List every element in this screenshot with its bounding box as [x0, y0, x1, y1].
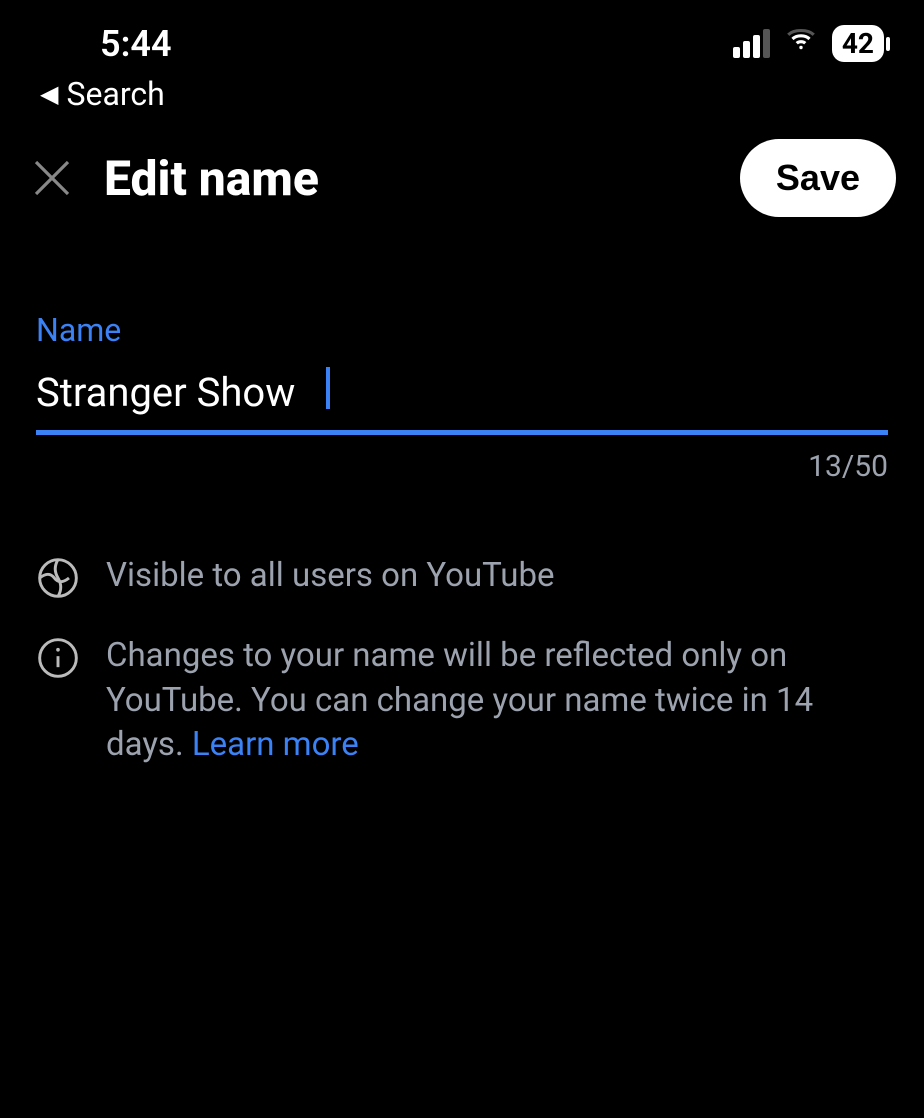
- globe-icon: [36, 556, 80, 600]
- close-button[interactable]: [28, 154, 76, 202]
- name-input[interactable]: [36, 363, 888, 435]
- save-button[interactable]: Save: [740, 139, 896, 217]
- changes-row: Changes to your name will be reflected o…: [36, 634, 888, 768]
- learn-more-link[interactable]: Learn more: [192, 725, 359, 764]
- info-section: Visible to all users on YouTube Changes …: [0, 554, 924, 768]
- battery-indicator: 42: [832, 25, 884, 62]
- back-label: Search: [66, 75, 164, 113]
- name-form: Name 13/50: [0, 241, 924, 484]
- visibility-text: Visible to all users on YouTube: [106, 554, 555, 600]
- back-to-search[interactable]: ◀ Search: [0, 71, 924, 129]
- cellular-icon: [733, 29, 770, 58]
- page-title: Edit name: [104, 150, 319, 207]
- visibility-row: Visible to all users on YouTube: [36, 554, 888, 600]
- text-cursor: [326, 367, 330, 409]
- name-field-label: Name: [36, 311, 888, 349]
- wifi-icon: [784, 22, 818, 65]
- status-right: 42: [733, 22, 884, 65]
- changes-text: Changes to your name will be reflected o…: [106, 634, 888, 768]
- info-icon: [36, 636, 80, 680]
- back-caret-icon: ◀: [40, 80, 58, 108]
- status-time: 5:44: [100, 23, 172, 65]
- status-bar: 5:44 42: [0, 0, 924, 71]
- page-header: Edit name Save: [0, 129, 924, 241]
- character-counter: 13/50: [36, 449, 888, 484]
